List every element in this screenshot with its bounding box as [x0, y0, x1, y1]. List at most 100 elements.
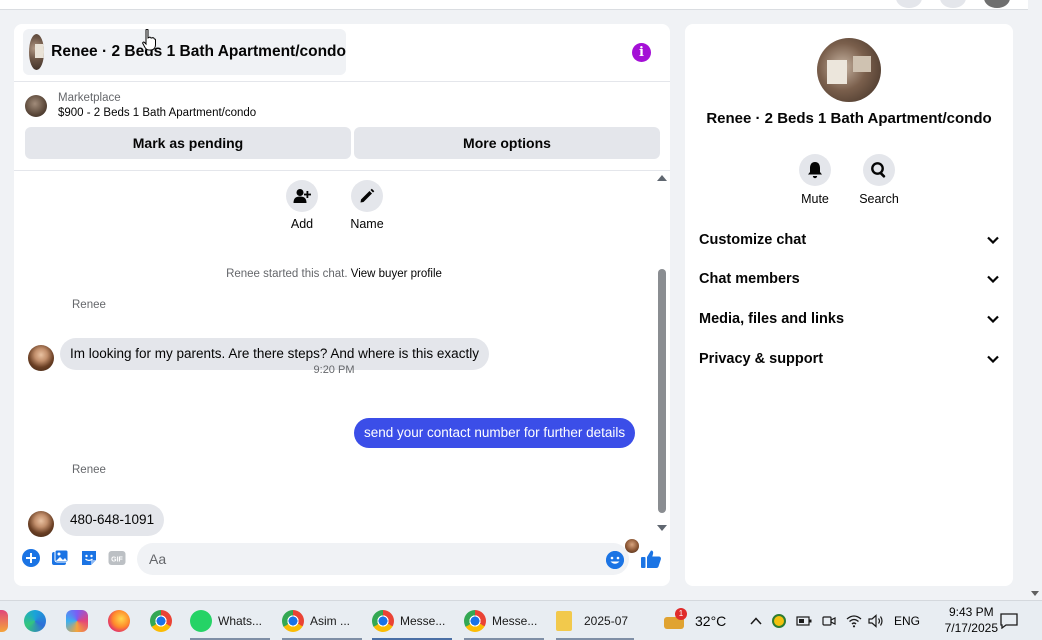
pencil-icon[interactable] — [351, 180, 383, 212]
section-label: Chat members — [699, 271, 800, 287]
battery-icon[interactable] — [796, 601, 812, 640]
scroll-down-icon[interactable] — [657, 525, 667, 531]
message-sender: Renee — [72, 464, 106, 476]
privacy-support-section[interactable]: Privacy & support — [699, 346, 999, 372]
customize-chat-section[interactable]: Customize chat — [699, 227, 999, 253]
chrome-messenger-icon — [372, 610, 394, 632]
thumbs-up-icon[interactable] — [640, 549, 662, 569]
folder-taskbar-button[interactable]: 2025-07 — [556, 601, 634, 640]
listing-summary[interactable]: Marketplace $900 - 2 Beds 1 Bath Apartme… — [25, 92, 256, 119]
firefox-icon[interactable] — [108, 601, 130, 640]
chat-info-panel: Renee · 2 Beds 1 Bath Apartment/condo Mu… — [685, 24, 1013, 586]
bell-icon[interactable] — [799, 154, 831, 186]
weather-icon: 1 — [664, 608, 687, 631]
sender-avatar[interactable] — [28, 511, 54, 537]
add-people-action[interactable]: Add — [272, 180, 332, 231]
chevron-down-icon — [987, 275, 999, 283]
media-files-links-section[interactable]: Media, files and links — [699, 306, 999, 332]
chrome-messenger-taskbar-button-2[interactable]: Messe... — [464, 601, 544, 640]
taskbar-label: Messe... — [492, 614, 538, 628]
meet-now-icon[interactable] — [822, 601, 836, 640]
search-action[interactable]: Search — [849, 154, 909, 206]
temperature: 32°C — [695, 613, 727, 629]
more-options-button[interactable]: More options — [354, 127, 660, 159]
view-buyer-profile-link[interactable]: View buyer profile — [351, 268, 442, 280]
info-title: Renee · 2 Beds 1 Bath Apartment/condo — [706, 110, 992, 127]
taskbar-label: 2025-07 — [584, 614, 629, 628]
folder-icon — [556, 611, 572, 631]
message-composer: GIF Aa — [14, 541, 670, 577]
outgoing-message[interactable]: send your contact number for further det… — [354, 418, 636, 448]
sticker-icon[interactable] — [80, 549, 98, 567]
chat-started-text: Renee started this chat. — [226, 268, 348, 280]
plus-icon[interactable] — [22, 549, 40, 567]
whatsapp-taskbar-button[interactable]: Whats... — [190, 601, 270, 640]
add-person-icon[interactable] — [286, 180, 318, 212]
mute-label: Mute — [801, 192, 829, 206]
volume-icon[interactable] — [868, 601, 884, 640]
language-indicator[interactable]: ENG — [894, 601, 920, 640]
chrome-asim-taskbar-button[interactable]: Asim ... — [282, 601, 362, 640]
top-nav-strip — [0, 0, 1028, 10]
chat-title: Renee · 2 Beds 1 Bath Apartment/condo — [51, 43, 346, 60]
scroll-down-icon[interactable] — [1031, 591, 1039, 596]
chevron-down-icon — [987, 236, 999, 244]
search-icon[interactable] — [863, 154, 895, 186]
system-clock[interactable]: 9:43 PM 7/17/2025 — [945, 604, 998, 636]
name-chat-action[interactable]: Name — [337, 180, 397, 231]
divider — [14, 81, 670, 82]
listing-avatar — [29, 34, 45, 70]
info-icon[interactable]: i — [632, 43, 651, 62]
emoji-icon[interactable] — [606, 551, 624, 569]
svg-text:GIF: GIF — [111, 557, 123, 564]
section-label: Privacy & support — [699, 351, 824, 367]
taskbar-label: Messe... — [400, 614, 446, 628]
message-list: Add Name Renee started this chat. View b… — [14, 171, 670, 553]
message-timestamp: 9:20 PM — [313, 364, 355, 376]
edge-icon[interactable] — [24, 601, 46, 640]
copilot-app-icon[interactable] — [66, 601, 88, 640]
mark-as-pending-button[interactable]: Mark as pending — [25, 127, 351, 159]
chat-header[interactable]: Renee · 2 Beds 1 Bath Apartment/condo — [23, 29, 346, 75]
incoming-message[interactable]: 480-648-1091 — [60, 504, 165, 536]
taskbar-label: Whats... — [218, 614, 263, 628]
whatsapp-icon — [190, 610, 212, 632]
mouse-cursor-icon — [142, 29, 156, 51]
listing-price-title: $900 - 2 Beds 1 Bath Apartment/condo — [58, 107, 257, 119]
chevron-down-icon — [987, 355, 999, 363]
message-input[interactable]: Aa — [137, 543, 629, 575]
section-label: Media, files and links — [699, 311, 845, 327]
menu-icon[interactable] — [896, 0, 922, 8]
section-label: Customize chat — [699, 232, 807, 248]
notifications-icon[interactable] — [940, 0, 966, 8]
profile-avatar[interactable] — [984, 0, 1010, 8]
message-scrollbar[interactable] — [656, 171, 668, 535]
gif-icon[interactable]: GIF — [108, 549, 126, 567]
chrome-icon[interactable] — [150, 601, 172, 640]
search-label: Search — [859, 192, 899, 206]
copilot-icon[interactable] — [0, 601, 10, 640]
app-tray-icon[interactable] — [772, 601, 786, 640]
clock-time: 9:43 PM — [948, 605, 994, 619]
page-scrollbar[interactable] — [1028, 0, 1042, 600]
wifi-icon[interactable] — [846, 601, 862, 640]
scrollbar-thumb[interactable] — [658, 269, 666, 513]
taskbar-label: Asim ... — [310, 614, 351, 628]
chrome-profile-icon — [282, 610, 304, 632]
scroll-up-icon[interactable] — [657, 175, 667, 181]
notification-center-icon[interactable] — [1000, 601, 1018, 640]
chevron-down-icon — [987, 315, 999, 323]
weather-widget[interactable]: 1 32°C — [664, 601, 726, 640]
message-sender: Renee — [72, 299, 106, 311]
chat-started-notice: Renee started this chat. View buyer prof… — [14, 268, 654, 280]
photo-icon[interactable] — [51, 549, 69, 567]
chat-panel: Renee · 2 Beds 1 Bath Apartment/condo i … — [14, 24, 670, 586]
chrome-messenger-taskbar-button[interactable]: Messe... — [372, 601, 452, 640]
windows-taskbar: Whats... Asim ... Messe... Messe... 2025… — [0, 600, 1042, 640]
chat-members-section[interactable]: Chat members — [699, 266, 999, 292]
chevron-up-icon[interactable] — [750, 617, 762, 625]
mute-action[interactable]: Mute — [785, 154, 845, 206]
info-avatar — [817, 38, 881, 102]
show-hidden-icons[interactable] — [750, 601, 762, 640]
listing-thumbnail — [25, 94, 47, 117]
